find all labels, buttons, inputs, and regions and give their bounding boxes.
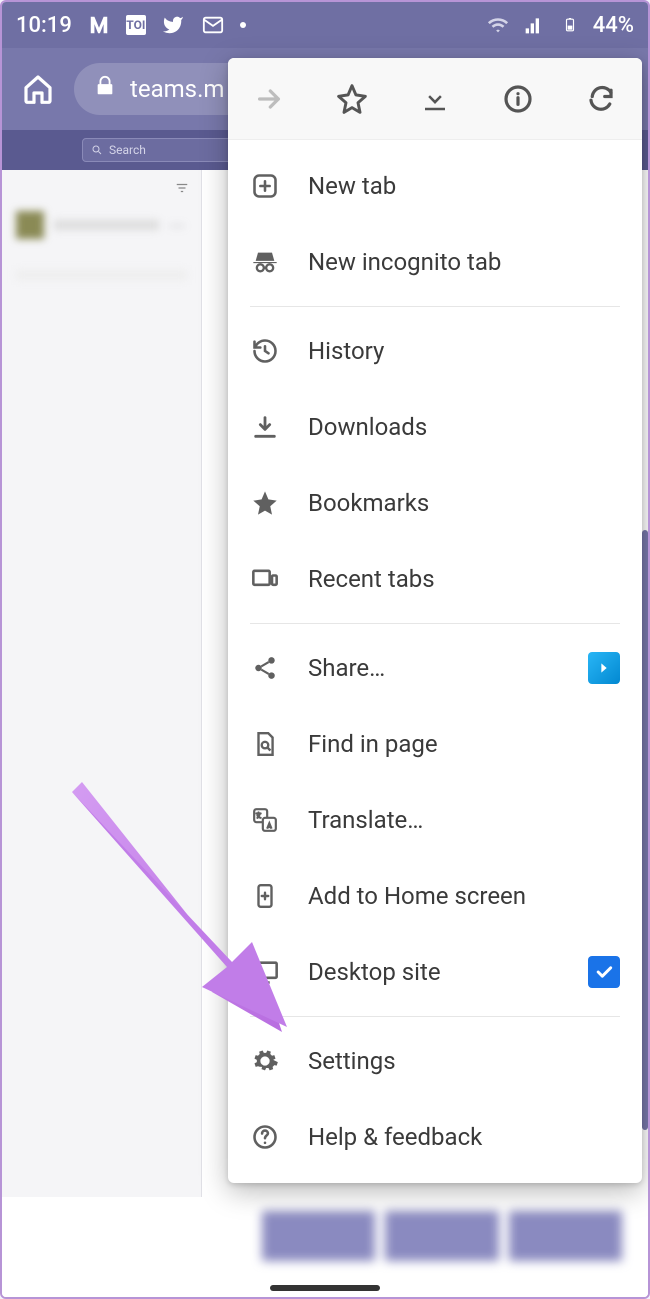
downloads-icon xyxy=(250,412,280,442)
signal-icon xyxy=(521,12,547,38)
new-tab-icon xyxy=(250,171,280,201)
menu-downloads[interactable]: Downloads xyxy=(228,389,642,465)
menu-list: New tab New incognito tab History Do xyxy=(228,140,642,1183)
menu-action-row xyxy=(228,58,642,140)
notification-toi-icon: TOI xyxy=(126,15,146,35)
menu-bookmarks[interactable]: Bookmarks xyxy=(228,465,642,541)
menu-separator xyxy=(250,623,620,624)
notification-twitter-icon xyxy=(160,12,186,38)
incognito-icon xyxy=(250,247,280,277)
menu-label: Find in page xyxy=(308,730,620,758)
home-button[interactable] xyxy=(18,69,58,109)
lock-icon xyxy=(94,75,116,103)
battery-icon xyxy=(557,12,583,38)
menu-label: Recent tabs xyxy=(308,565,620,593)
menu-label: Bookmarks xyxy=(308,489,620,517)
menu-label: Settings xyxy=(308,1047,620,1075)
add-to-home-icon xyxy=(250,881,280,911)
menu-separator xyxy=(250,1016,620,1017)
desktop-site-icon xyxy=(250,957,280,987)
menu-help-feedback[interactable]: Help & feedback xyxy=(228,1099,642,1175)
find-in-page-icon xyxy=(250,729,280,759)
menu-label: History xyxy=(308,337,620,365)
notification-gmail-icon xyxy=(200,12,226,38)
bottom-bar xyxy=(2,1197,648,1297)
battery-text: 44% xyxy=(593,13,634,38)
page-info-button[interactable] xyxy=(498,79,538,119)
device-frame: 10:19 TOI 44% xyxy=(0,0,650,1299)
reload-button[interactable] xyxy=(581,79,621,119)
download-button[interactable] xyxy=(415,79,455,119)
menu-add-to-home[interactable]: Add to Home screen xyxy=(228,858,642,934)
home-indicator[interactable] xyxy=(270,1285,380,1291)
menu-label: New incognito tab xyxy=(308,248,620,276)
url-text: teams.m xyxy=(130,75,224,103)
menu-share[interactable]: Share… xyxy=(228,630,642,706)
notification-m-icon xyxy=(86,12,112,38)
menu-separator xyxy=(250,306,620,307)
more-icon[interactable]: ⋯ xyxy=(169,216,187,235)
scrollbar[interactable] xyxy=(642,530,648,1130)
teams-search-placeholder: Search xyxy=(109,143,146,157)
list-item[interactable] xyxy=(2,250,201,300)
help-icon xyxy=(250,1122,280,1152)
menu-label: Share… xyxy=(308,654,560,682)
filter-icon[interactable] xyxy=(175,180,189,199)
menu-history[interactable]: History xyxy=(228,313,642,389)
share-target-icon xyxy=(588,652,620,684)
recent-tabs-icon xyxy=(250,564,280,594)
menu-find-in-page[interactable]: Find in page xyxy=(228,706,642,782)
status-bar: 10:19 TOI 44% xyxy=(2,2,648,48)
menu-new-incognito[interactable]: New incognito tab xyxy=(228,224,642,300)
history-icon xyxy=(250,336,280,366)
blurred-content xyxy=(262,1211,622,1261)
bookmark-star-button[interactable] xyxy=(332,79,372,119)
notification-more-dot xyxy=(240,22,246,28)
status-left: 10:19 TOI xyxy=(16,12,246,38)
settings-icon xyxy=(250,1046,280,1076)
menu-translate[interactable]: Translate… xyxy=(228,782,642,858)
menu-label: New tab xyxy=(308,172,620,200)
clock: 10:19 xyxy=(16,13,72,38)
menu-desktop-site[interactable]: Desktop site xyxy=(228,934,642,1010)
desktop-site-checkbox[interactable] xyxy=(588,956,620,988)
bookmarks-icon xyxy=(250,488,280,518)
share-icon xyxy=(250,653,280,683)
wifi-icon xyxy=(485,12,511,38)
menu-label: Help & feedback xyxy=(308,1123,620,1151)
menu-label: Translate… xyxy=(308,806,620,834)
translate-icon xyxy=(250,805,280,835)
browser-overflow-menu: New tab New incognito tab History Do xyxy=(228,58,642,1183)
menu-settings[interactable]: Settings xyxy=(228,1023,642,1099)
menu-recent-tabs[interactable]: Recent tabs xyxy=(228,541,642,617)
menu-label: Desktop site xyxy=(308,958,560,986)
menu-label: Add to Home screen xyxy=(308,882,620,910)
list-item[interactable]: ⋯ xyxy=(2,200,201,250)
menu-label: Downloads xyxy=(308,413,620,441)
teams-sidebar: ⋯ xyxy=(2,170,202,1297)
status-right: 44% xyxy=(485,12,634,38)
forward-button[interactable] xyxy=(249,79,289,119)
menu-new-tab[interactable]: New tab xyxy=(228,148,642,224)
avatar xyxy=(16,211,44,239)
